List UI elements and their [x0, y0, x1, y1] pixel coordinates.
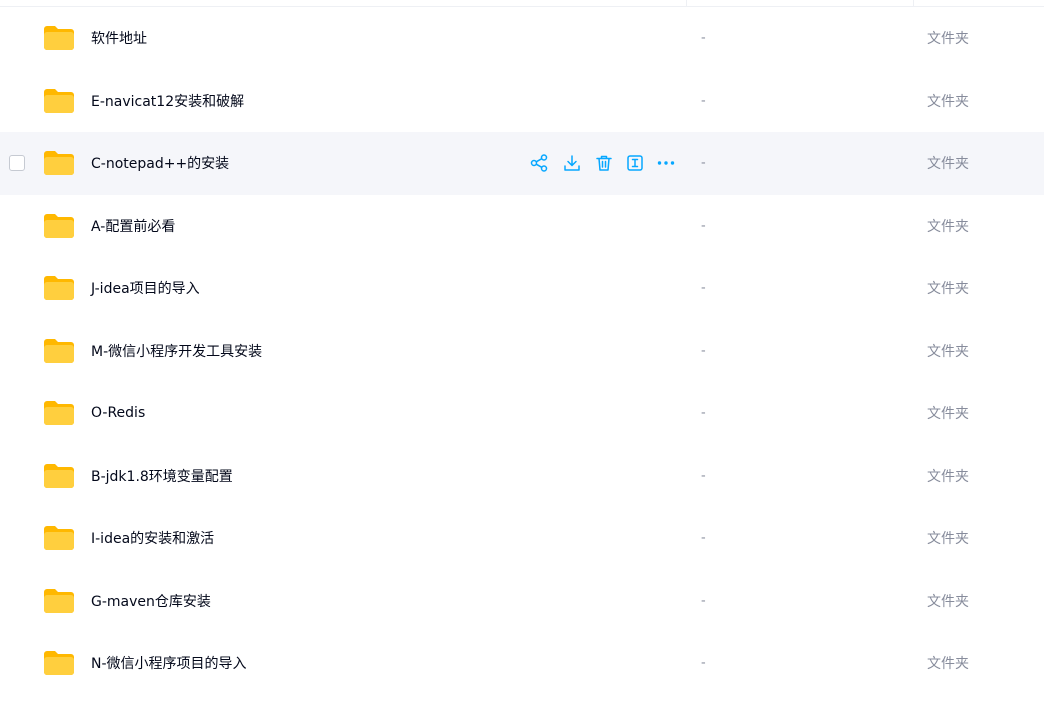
folder-icon: [43, 338, 75, 364]
list-item[interactable]: A-配置前必看 - 文件夹: [0, 195, 1044, 258]
folder-icon: [43, 275, 75, 301]
rename-icon[interactable]: [626, 154, 644, 172]
list-item[interactable]: G-maven仓库安装 - 文件夹: [0, 570, 1044, 633]
download-icon[interactable]: [563, 154, 581, 172]
file-name[interactable]: J-idea项目的导入: [91, 278, 200, 298]
file-type: 文件夹: [927, 403, 969, 423]
file-size: -: [701, 93, 706, 108]
file-type: 文件夹: [927, 341, 969, 361]
file-type: 文件夹: [927, 591, 969, 611]
size-column-separator[interactable]: [686, 0, 687, 6]
file-size: -: [701, 156, 706, 171]
file-name[interactable]: G-maven仓库安装: [91, 591, 211, 611]
file-name[interactable]: O-Redis: [91, 405, 145, 421]
folder-icon: [43, 25, 75, 51]
folder-icon: [43, 650, 75, 676]
more-icon[interactable]: [657, 154, 675, 172]
file-name[interactable]: A-配置前必看: [91, 216, 175, 236]
list-item[interactable]: M-微信小程序开发工具安装 - 文件夹: [0, 320, 1044, 383]
file-type: 文件夹: [927, 216, 969, 236]
folder-icon: [43, 150, 75, 176]
file-list: 软件地址 - 文件夹 E-navicat12安装和破解 - 文件夹 C-note…: [0, 7, 1044, 695]
file-size: -: [701, 343, 706, 358]
file-size: -: [701, 281, 706, 296]
folder-icon: [43, 400, 75, 426]
file-name[interactable]: E-navicat12安装和破解: [91, 91, 244, 111]
list-item[interactable]: B-jdk1.8环境变量配置 - 文件夹: [0, 445, 1044, 508]
file-type: 文件夹: [927, 153, 969, 173]
file-size: -: [701, 656, 706, 671]
list-item[interactable]: 软件地址 - 文件夹: [0, 7, 1044, 70]
file-type: 文件夹: [927, 278, 969, 298]
folder-icon: [43, 213, 75, 239]
file-type: 文件夹: [927, 91, 969, 111]
file-name[interactable]: B-jdk1.8环境变量配置: [91, 466, 233, 486]
file-size: -: [701, 31, 706, 46]
type-column-separator[interactable]: [913, 0, 914, 6]
file-type: 文件夹: [927, 466, 969, 486]
list-item[interactable]: N-微信小程序项目的导入 - 文件夹: [0, 632, 1044, 695]
list-item-hovered[interactable]: C-notepad++的安装 - 文件夹: [0, 132, 1044, 195]
row-checkbox[interactable]: [9, 155, 25, 171]
file-name[interactable]: N-微信小程序项目的导入: [91, 653, 247, 673]
file-size: -: [701, 593, 706, 608]
file-type: 文件夹: [927, 28, 969, 48]
folder-icon: [43, 463, 75, 489]
file-name[interactable]: M-微信小程序开发工具安装: [91, 341, 262, 361]
file-size: -: [701, 531, 706, 546]
list-item[interactable]: I-idea的安装和激活 - 文件夹: [0, 507, 1044, 570]
delete-icon[interactable]: [595, 154, 613, 172]
file-size: -: [701, 218, 706, 233]
file-type: 文件夹: [927, 528, 969, 548]
file-name[interactable]: C-notepad++的安装: [91, 153, 229, 173]
list-item[interactable]: O-Redis - 文件夹: [0, 382, 1044, 445]
folder-icon: [43, 525, 75, 551]
file-type: 文件夹: [927, 653, 969, 673]
list-item[interactable]: J-idea项目的导入 - 文件夹: [0, 257, 1044, 320]
share-icon[interactable]: [530, 154, 548, 172]
file-size: -: [701, 468, 706, 483]
file-size: -: [701, 406, 706, 421]
file-name[interactable]: I-idea的安装和激活: [91, 528, 214, 548]
folder-icon: [43, 88, 75, 114]
file-name[interactable]: 软件地址: [91, 28, 147, 48]
list-item[interactable]: E-navicat12安装和破解 - 文件夹: [0, 70, 1044, 133]
folder-icon: [43, 588, 75, 614]
